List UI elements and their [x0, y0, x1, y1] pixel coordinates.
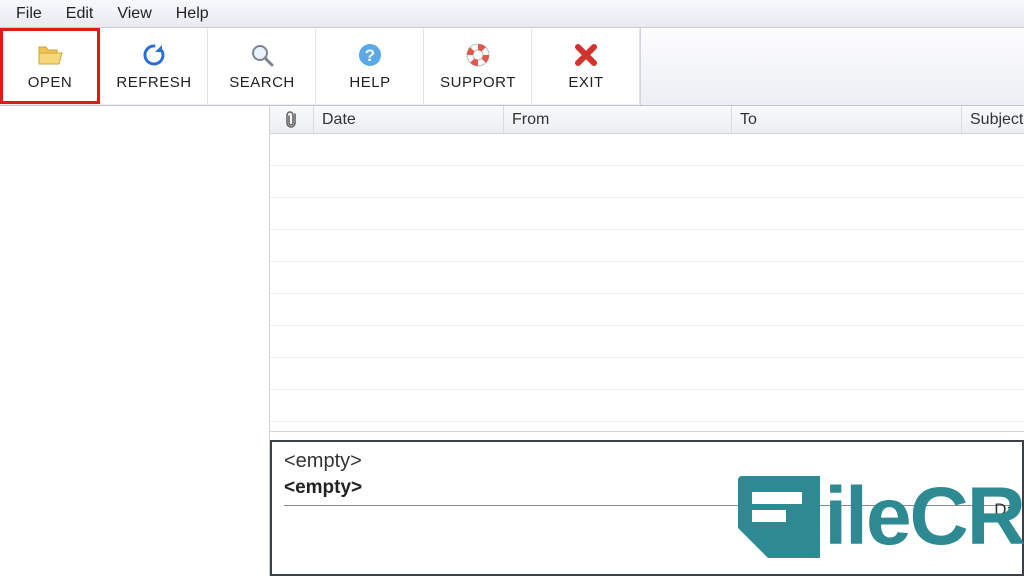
menu-file[interactable]: File: [4, 1, 54, 27]
support-button[interactable]: SUPPORT: [424, 28, 532, 104]
close-icon: [573, 42, 599, 68]
menu-view[interactable]: View: [105, 1, 163, 27]
column-attachment[interactable]: [270, 106, 314, 133]
open-button[interactable]: OPEN: [0, 28, 100, 104]
preview-from: <empty>: [284, 477, 1010, 499]
help-label: HELP: [349, 74, 390, 91]
menubar: File Edit View Help: [0, 0, 1024, 28]
preview-subject: <empty>: [284, 450, 1010, 477]
svg-text:?: ?: [365, 46, 375, 65]
support-label: SUPPORT: [440, 74, 516, 91]
toolbar: OPEN REFRESH SEARCH ? HELP: [0, 28, 1024, 106]
menu-edit[interactable]: Edit: [54, 1, 106, 27]
folder-open-icon: [37, 42, 63, 68]
message-list-body[interactable]: [270, 134, 1024, 432]
column-subject[interactable]: Subject: [962, 106, 1024, 133]
preview-pane-wrapper: <empty> <empty> Da: [270, 432, 1024, 576]
content-area: Date From To Subject <empty> <empty> Da: [0, 106, 1024, 576]
search-label: SEARCH: [229, 74, 295, 91]
help-icon: ?: [357, 42, 383, 68]
main-panel: Date From To Subject <empty> <empty> Da: [270, 106, 1024, 576]
preview-date-label: Da: [994, 500, 1016, 520]
exit-button[interactable]: EXIT: [532, 28, 640, 104]
search-icon: [249, 42, 275, 68]
preview-pane: <empty> <empty> Da: [270, 440, 1024, 576]
menu-help[interactable]: Help: [164, 1, 221, 27]
help-button[interactable]: ? HELP: [316, 28, 424, 104]
search-button[interactable]: SEARCH: [208, 28, 316, 104]
open-label: OPEN: [28, 74, 73, 91]
folder-tree-sidebar[interactable]: [0, 106, 270, 576]
refresh-icon: [141, 42, 167, 68]
lifebuoy-icon: [465, 42, 491, 68]
refresh-label: REFRESH: [116, 74, 191, 91]
column-to[interactable]: To: [732, 106, 962, 133]
column-date[interactable]: Date: [314, 106, 504, 133]
preview-divider: [284, 505, 1010, 506]
paperclip-icon: [284, 110, 300, 130]
column-from[interactable]: From: [504, 106, 732, 133]
refresh-button[interactable]: REFRESH: [100, 28, 208, 104]
toolbar-spacer: [640, 28, 1024, 105]
message-list-header: Date From To Subject: [270, 106, 1024, 134]
exit-label: EXIT: [568, 74, 603, 91]
